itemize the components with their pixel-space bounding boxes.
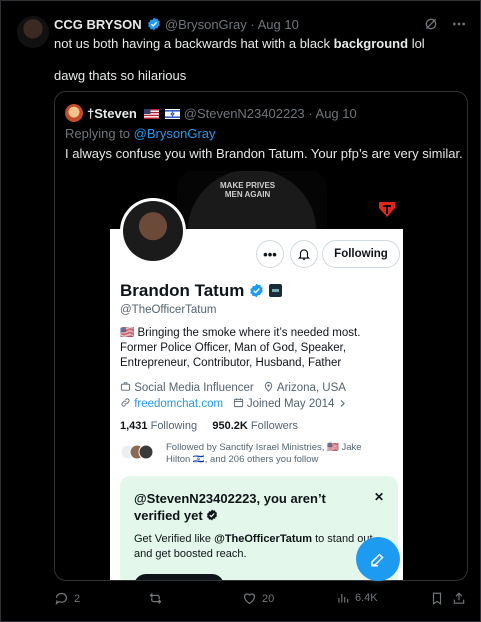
quote-author-name[interactable]: Steven xyxy=(94,106,137,121)
quote-header: †Steven @StevenN23402223 · Aug 10 xyxy=(65,104,357,122)
following-button: Following xyxy=(322,240,400,268)
followed-by-line: Hilton 🇮🇱, and 206 others you follow xyxy=(166,454,319,465)
reply-icon xyxy=(55,592,68,605)
banner-figure xyxy=(177,171,327,229)
verified-badge-icon xyxy=(148,17,161,31)
following-text: Following xyxy=(150,420,198,432)
grok-icon[interactable] xyxy=(423,16,439,32)
profile-meta: Social Media Influencer Arizona, USA fre… xyxy=(120,380,400,412)
notification-bell-button xyxy=(290,240,318,268)
tweet-top-actions xyxy=(423,16,467,32)
verify-body-prefix: Get Verified like xyxy=(134,533,215,545)
retweet-icon xyxy=(149,593,162,604)
tweet-text-bold: background xyxy=(333,36,409,51)
retweet-action[interactable] xyxy=(148,591,168,606)
bookmark-icon xyxy=(432,592,442,605)
followers-count: 950.2K xyxy=(212,420,248,432)
tweet-text: not us both having a backwards hat with … xyxy=(54,36,425,51)
profile-handle: @TheOfficerTatum xyxy=(120,304,217,316)
compose-button[interactable] xyxy=(356,537,400,581)
calendar-icon xyxy=(233,398,243,408)
bio-line: 🇺🇸 Bringing the smoke where it’s needed … xyxy=(120,327,361,339)
views-icon xyxy=(338,593,349,603)
followed-by-text: Followed by Sanctify Israel Ministries, … xyxy=(166,442,391,466)
reply-count: 2 xyxy=(74,592,81,605)
verified-badge-icon xyxy=(250,283,263,298)
tweet-text-part: lol xyxy=(408,36,425,51)
tweet-text-line2: dawg thats so hilarious xyxy=(54,68,187,83)
replying-handle[interactable]: @BrysonGray xyxy=(134,126,216,141)
profile-joined: Joined May 2014 xyxy=(246,398,335,410)
like-action[interactable]: 20 xyxy=(242,591,274,606)
tweet-date[interactable]: Aug 10 xyxy=(258,17,299,32)
profile-avatar-photo xyxy=(123,201,183,261)
profile-category: Social Media Influencer xyxy=(134,382,254,394)
more-icon[interactable] xyxy=(451,16,467,32)
profile-name-row: Brandon Tatum xyxy=(120,281,282,301)
verify-close-icon: ✕ xyxy=(373,490,384,504)
profile-avatar xyxy=(120,198,186,264)
banner-text-line2: MEN AGAIN xyxy=(224,190,271,199)
tweet-text-part: not us both having a backwards hat with … xyxy=(54,36,334,51)
bio-line: Former Police Officer, Man of God, Speak… xyxy=(120,342,347,354)
verify-body: Get Verified like @TheOfficerTatum to st… xyxy=(134,532,389,562)
views-action[interactable]: 6.4K xyxy=(336,591,378,605)
quote-text: I always confuse you with Brandon Tatum.… xyxy=(65,146,463,161)
profile-location: Arizona, USA xyxy=(276,382,346,394)
tweet-header: CCG BRYSON @BrysonGray · Aug 10 xyxy=(54,17,299,32)
quote-author-avatar[interactable] xyxy=(65,104,83,122)
followers-text: Followers xyxy=(250,420,298,432)
author-name[interactable]: CCG BRYSON xyxy=(54,17,142,32)
link-icon xyxy=(121,398,130,407)
verify-body-handle: @TheOfficerTatum xyxy=(214,533,313,545)
briefcase-icon xyxy=(120,382,131,391)
views-count: 6.4K xyxy=(355,592,378,604)
location-pin-icon xyxy=(265,381,273,392)
quote-date[interactable]: Aug 10 xyxy=(316,106,357,121)
more-options-button: ••• xyxy=(256,240,284,268)
israel-flag-icon xyxy=(165,109,181,119)
following-count: 1,431 xyxy=(120,420,148,432)
tatum-logo-icon xyxy=(379,202,395,217)
compose-icon xyxy=(371,553,384,567)
replying-to: Replying to @BrysonGray xyxy=(65,126,216,141)
profile-stats: 1,431 Following 950.2K Followers xyxy=(120,420,298,432)
quoted-tweet[interactable]: †Steven @StevenN23402223 · Aug 10 Replyi… xyxy=(54,91,468,581)
profile-name: Brandon Tatum xyxy=(120,281,245,300)
profile-bio: 🇺🇸 Bringing the smoke where it’s needed … xyxy=(120,326,400,371)
banner-text-line1: MAKE PRIVES xyxy=(220,181,276,190)
us-flag-icon xyxy=(143,109,159,119)
profile-screenshot-image[interactable]: MAKE PRIVES MEN AGAIN ••• Following Bran… xyxy=(110,171,403,580)
bio-line: Entrepreneur, Contributor, Husband, Fath… xyxy=(120,357,342,369)
banner-text: MAKE PRIVES MEN AGAIN xyxy=(220,181,275,199)
share-action[interactable] xyxy=(452,591,466,606)
author-handle[interactable]: @BrysonGray xyxy=(165,17,247,32)
replying-prefix: Replying to xyxy=(65,126,131,141)
bookmark-action[interactable] xyxy=(430,591,444,606)
affiliate-badge-icon xyxy=(268,284,282,297)
like-count: 20 xyxy=(262,592,275,605)
verify-title: @StevenN23402223, you aren’t verified ye… xyxy=(134,491,326,523)
reply-action[interactable]: 2 xyxy=(54,591,80,606)
like-icon xyxy=(243,593,256,605)
tweet-actions: 2 20 6.4K xyxy=(54,591,466,609)
chevron-right-icon xyxy=(340,400,345,407)
verify-title-row: @StevenN23402223, you aren’t verified ye… xyxy=(134,490,359,524)
quote-author-handle[interactable]: @StevenN23402223 xyxy=(184,106,305,121)
author-avatar[interactable] xyxy=(17,16,49,48)
followed-by-line: Followed by Sanctify Israel Ministries, … xyxy=(166,442,362,453)
quote-separator: · xyxy=(308,106,313,121)
header-separator: · xyxy=(250,17,255,32)
get-verified-button xyxy=(134,574,224,580)
verified-check-icon xyxy=(207,509,218,521)
mutual-followers-avatars xyxy=(120,444,154,460)
bell-plus-icon xyxy=(297,249,311,260)
profile-website: freedomchat.com xyxy=(134,398,224,410)
share-icon xyxy=(453,592,465,604)
